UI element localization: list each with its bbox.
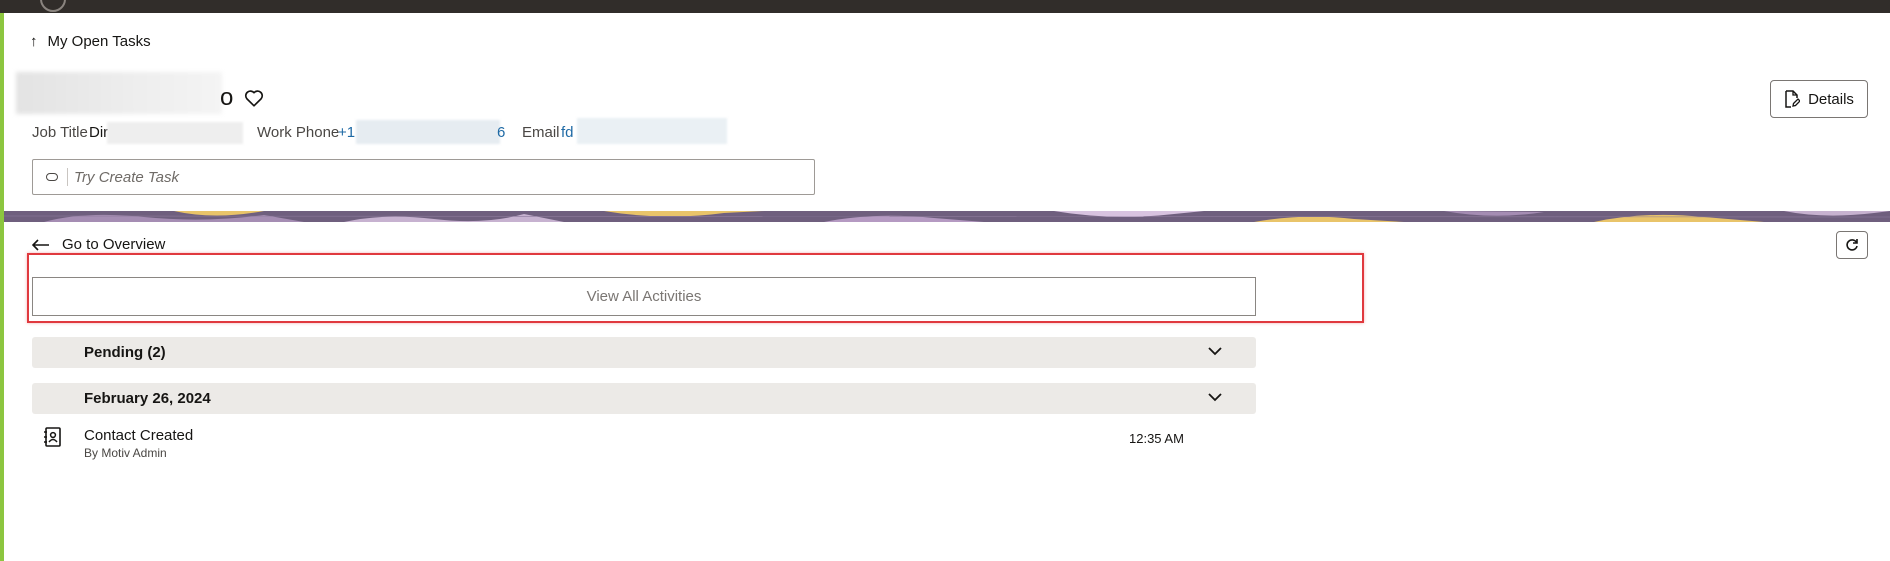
- left-accent-bar: [0, 0, 4, 561]
- document-edit-icon: [1785, 90, 1801, 108]
- group-date[interactable]: February 26, 2024: [32, 383, 1256, 414]
- my-open-tasks-link[interactable]: ↑ My Open Tasks: [30, 33, 151, 50]
- create-task-field[interactable]: [32, 159, 815, 195]
- input-separator: [67, 168, 68, 186]
- go-to-overview-link[interactable]: Go to Overview: [32, 236, 165, 253]
- activity-subtitle: By Motiv Admin: [84, 446, 167, 460]
- refresh-button[interactable]: [1836, 231, 1868, 259]
- job-title-value: Dir: [89, 124, 109, 141]
- go-to-overview-label: Go to Overview: [62, 236, 166, 253]
- ai-prompt-icon: [46, 173, 58, 181]
- top-bar: [0, 0, 1890, 13]
- work-phone-redacted: [356, 120, 500, 144]
- details-label: Details: [1808, 90, 1854, 108]
- email-label: Email: [522, 124, 560, 141]
- contact-card-icon: [44, 427, 61, 447]
- details-button[interactable]: Details: [1770, 80, 1868, 118]
- arrow-left-icon: [32, 238, 49, 251]
- heart-icon[interactable]: [243, 87, 265, 109]
- create-task-input[interactable]: [74, 168, 814, 186]
- view-all-activities-button[interactable]: View All Activities: [32, 277, 1256, 316]
- avatar-icon[interactable]: [40, 0, 66, 12]
- group-date-label: February 26, 2024: [84, 390, 211, 407]
- decorative-banner: [4, 211, 1890, 222]
- work-phone-prefix[interactable]: +1: [338, 124, 355, 141]
- my-open-tasks-label: My Open Tasks: [47, 33, 151, 50]
- arrow-up-icon: ↑: [30, 33, 38, 50]
- job-title-label: Job Title: [32, 124, 88, 141]
- activity-time: 12:35 AM: [1129, 431, 1184, 446]
- group-pending-label: Pending (2): [84, 344, 166, 361]
- chevron-down-icon: [1208, 347, 1222, 356]
- activity-title[interactable]: Contact Created: [84, 427, 193, 444]
- contact-name-redacted: [16, 72, 222, 114]
- group-pending[interactable]: Pending (2): [32, 337, 1256, 368]
- contact-name-tail: o: [220, 84, 234, 111]
- email-redacted: [577, 118, 727, 144]
- job-title-redacted: [107, 122, 243, 144]
- email-value[interactable]: fd: [561, 124, 574, 141]
- work-phone-suffix[interactable]: 6: [497, 124, 505, 141]
- work-phone-label: Work Phone: [257, 124, 340, 141]
- refresh-icon: [1846, 239, 1858, 251]
- chevron-down-icon: [1208, 393, 1222, 402]
